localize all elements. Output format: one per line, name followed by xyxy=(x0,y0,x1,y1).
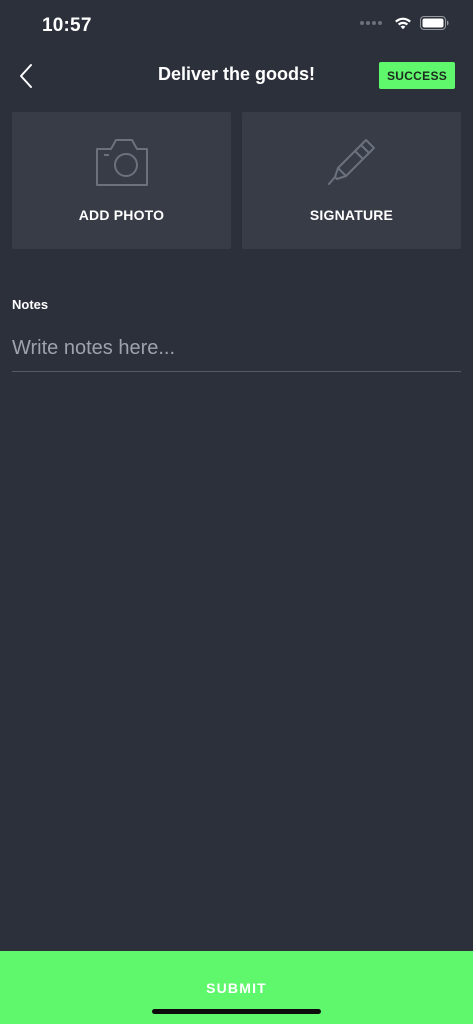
status-bar: 10:57 xyxy=(0,0,473,52)
notes-label: Notes xyxy=(12,297,49,312)
home-indicator xyxy=(152,1009,321,1014)
wifi-icon xyxy=(395,17,411,30)
cellular-signal-icon xyxy=(360,21,382,25)
status-badge: SUCCESS xyxy=(379,62,455,89)
status-time: 10:57 xyxy=(42,15,92,36)
signature-button[interactable]: SIGNATURE xyxy=(242,112,461,249)
add-photo-button[interactable]: ADD PHOTO xyxy=(12,112,231,249)
battery-icon xyxy=(420,16,449,30)
add-photo-label: ADD PHOTO xyxy=(78,207,165,223)
nav-header: Deliver the goods! SUCCESS xyxy=(0,52,473,100)
signature-label: SIGNATURE xyxy=(309,207,394,223)
delivery-screen: 10:57 Deliver the goods! SUCCESS ADD PHO… xyxy=(0,0,473,1024)
status-icons xyxy=(360,16,449,30)
action-tiles: ADD PHOTO SIGNATURE xyxy=(12,112,461,249)
notes-input[interactable] xyxy=(12,331,461,372)
camera-icon xyxy=(94,136,150,188)
pen-icon xyxy=(325,136,379,188)
